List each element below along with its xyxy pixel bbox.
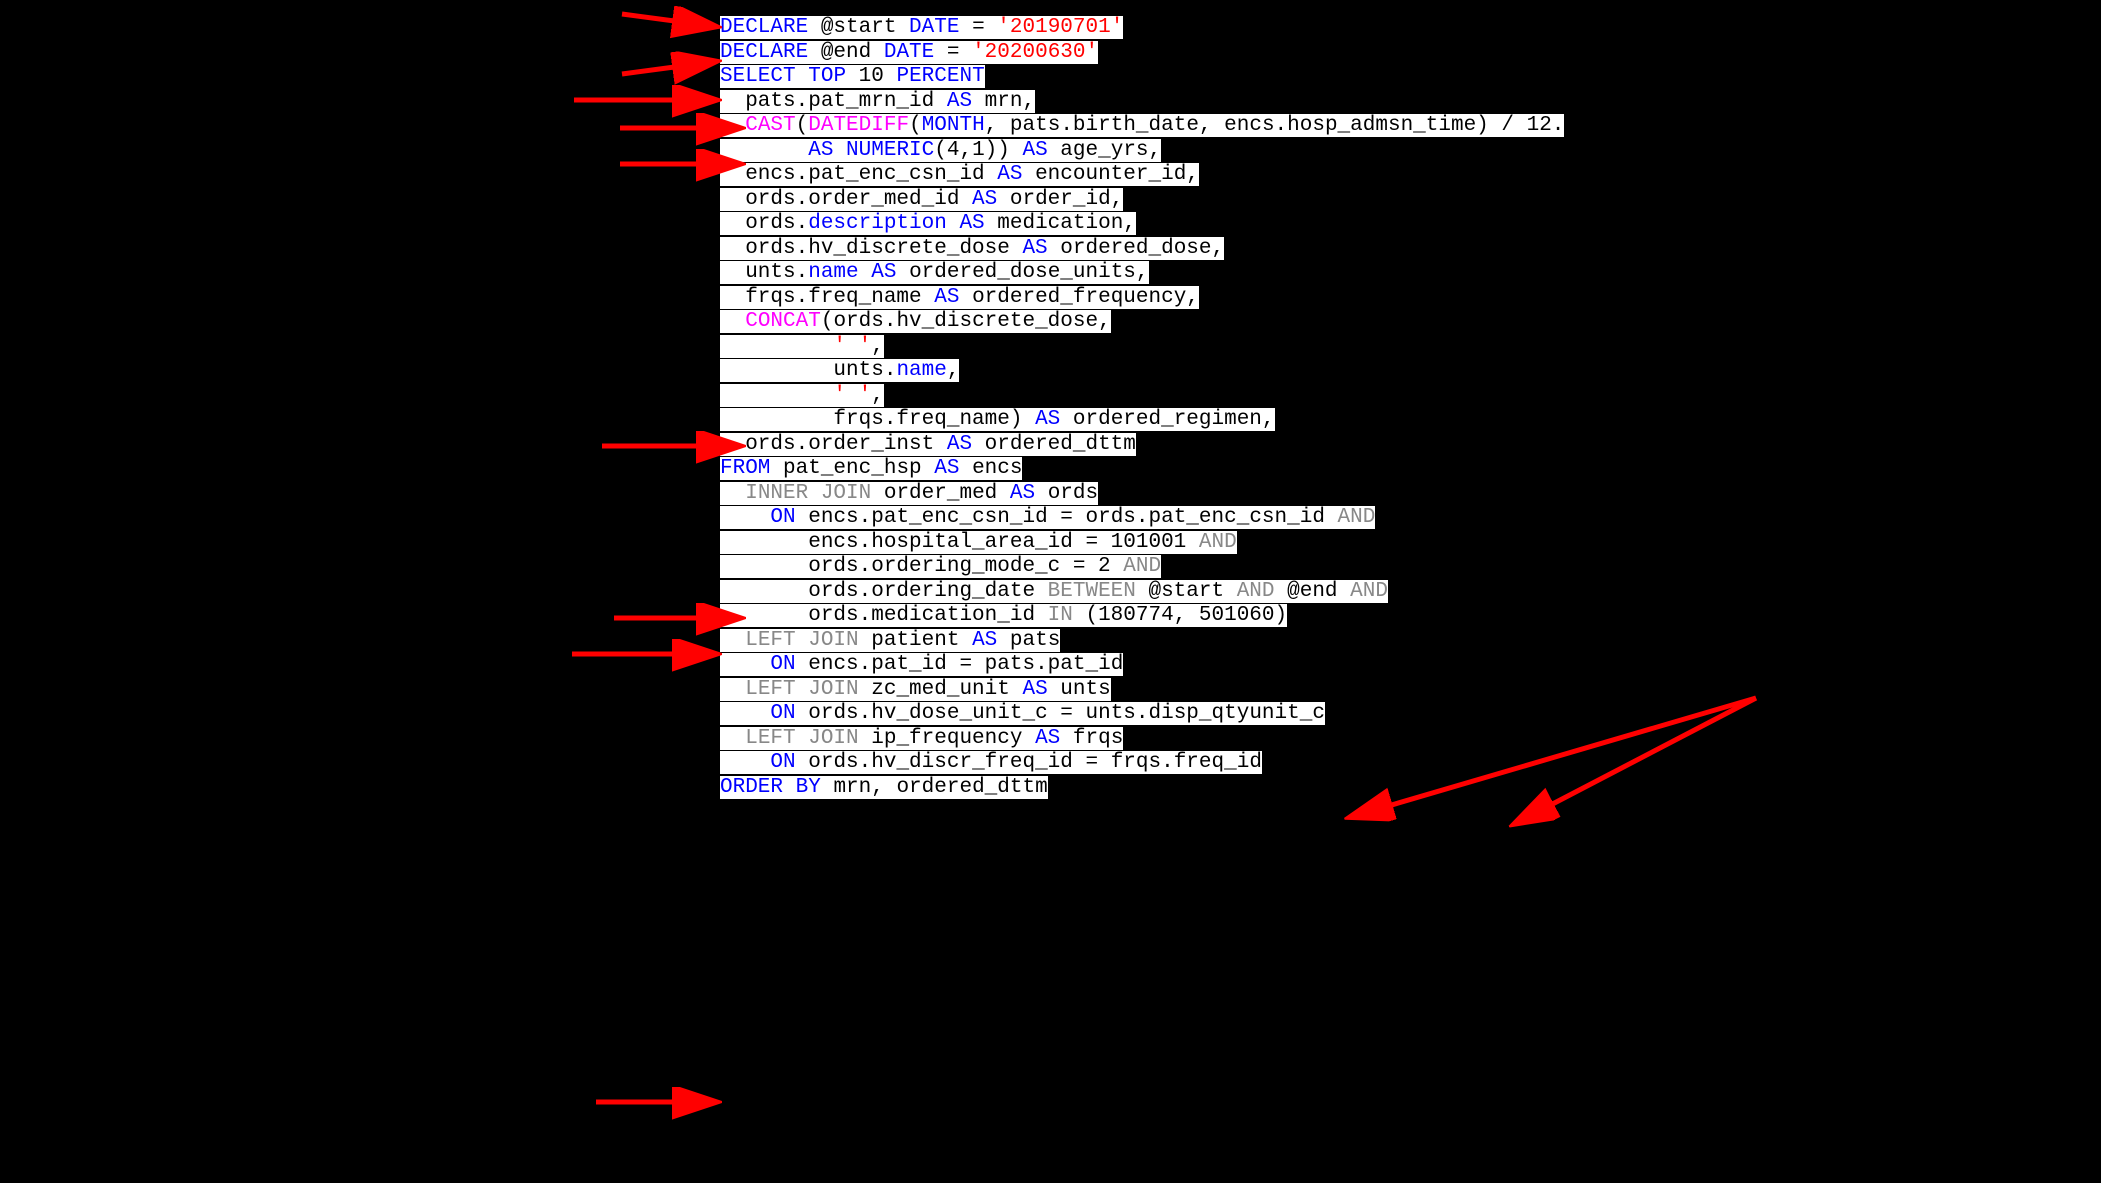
code-line-18: FROM pat_enc_hsp AS encs (720, 457, 1564, 482)
code-line-17: ords.order_inst AS ordered_dttm (720, 433, 1564, 458)
code-line-13: ' ', (720, 335, 1564, 360)
code-line-29: LEFT JOIN ip_frequency AS frqs (720, 727, 1564, 752)
code-line-2: SELECT TOP 10 PERCENT (720, 65, 1564, 90)
sql-code-block: DECLARE @start DATE = '20190701'DECLARE … (720, 16, 1564, 800)
code-line-0: DECLARE @start DATE = '20190701' (720, 16, 1564, 41)
code-line-6: encs.pat_enc_csn_id AS encounter_id, (720, 163, 1564, 188)
code-line-5: AS NUMERIC(4,1)) AS age_yrs, (720, 139, 1564, 164)
code-line-30: ON ords.hv_discr_freq_id = frqs.freq_id (720, 751, 1564, 776)
code-line-7: ords.order_med_id AS order_id, (720, 188, 1564, 213)
arrow-icon (622, 14, 712, 26)
code-line-22: ords.ordering_mode_c = 2 AND (720, 555, 1564, 580)
code-line-27: LEFT JOIN zc_med_unit AS unts (720, 678, 1564, 703)
arrow-icon (622, 62, 712, 74)
code-line-12: CONCAT(ords.hv_discrete_dose, (720, 310, 1564, 335)
code-line-3: pats.pat_mrn_id AS mrn, (720, 90, 1564, 115)
code-line-9: ords.hv_discrete_dose AS ordered_dose, (720, 237, 1564, 262)
code-line-11: frqs.freq_name AS ordered_frequency, (720, 286, 1564, 311)
code-line-15: ' ', (720, 384, 1564, 409)
code-line-26: ON encs.pat_id = pats.pat_id (720, 653, 1564, 678)
code-line-25: LEFT JOIN patient AS pats (720, 629, 1564, 654)
code-line-10: unts.name AS ordered_dose_units, (720, 261, 1564, 286)
code-line-8: ords.description AS medication, (720, 212, 1564, 237)
code-line-23: ords.ordering_date BETWEEN @start AND @e… (720, 580, 1564, 605)
code-line-4: CAST(DATEDIFF(MONTH, pats.birth_date, en… (720, 114, 1564, 139)
code-line-14: unts.name, (720, 359, 1564, 384)
code-line-21: encs.hospital_area_id = 101001 AND (720, 531, 1564, 556)
code-line-16: frqs.freq_name) AS ordered_regimen, (720, 408, 1564, 433)
code-line-1: DECLARE @end DATE = '20200630' (720, 41, 1564, 66)
code-line-19: INNER JOIN order_med AS ords (720, 482, 1564, 507)
code-line-31: ORDER BY mrn, ordered_dttm (720, 776, 1564, 801)
code-line-24: ords.medication_id IN (180774, 501060) (720, 604, 1564, 629)
code-line-28: ON ords.hv_dose_unit_c = unts.disp_qtyun… (720, 702, 1564, 727)
code-line-20: ON encs.pat_enc_csn_id = ords.pat_enc_cs… (720, 506, 1564, 531)
